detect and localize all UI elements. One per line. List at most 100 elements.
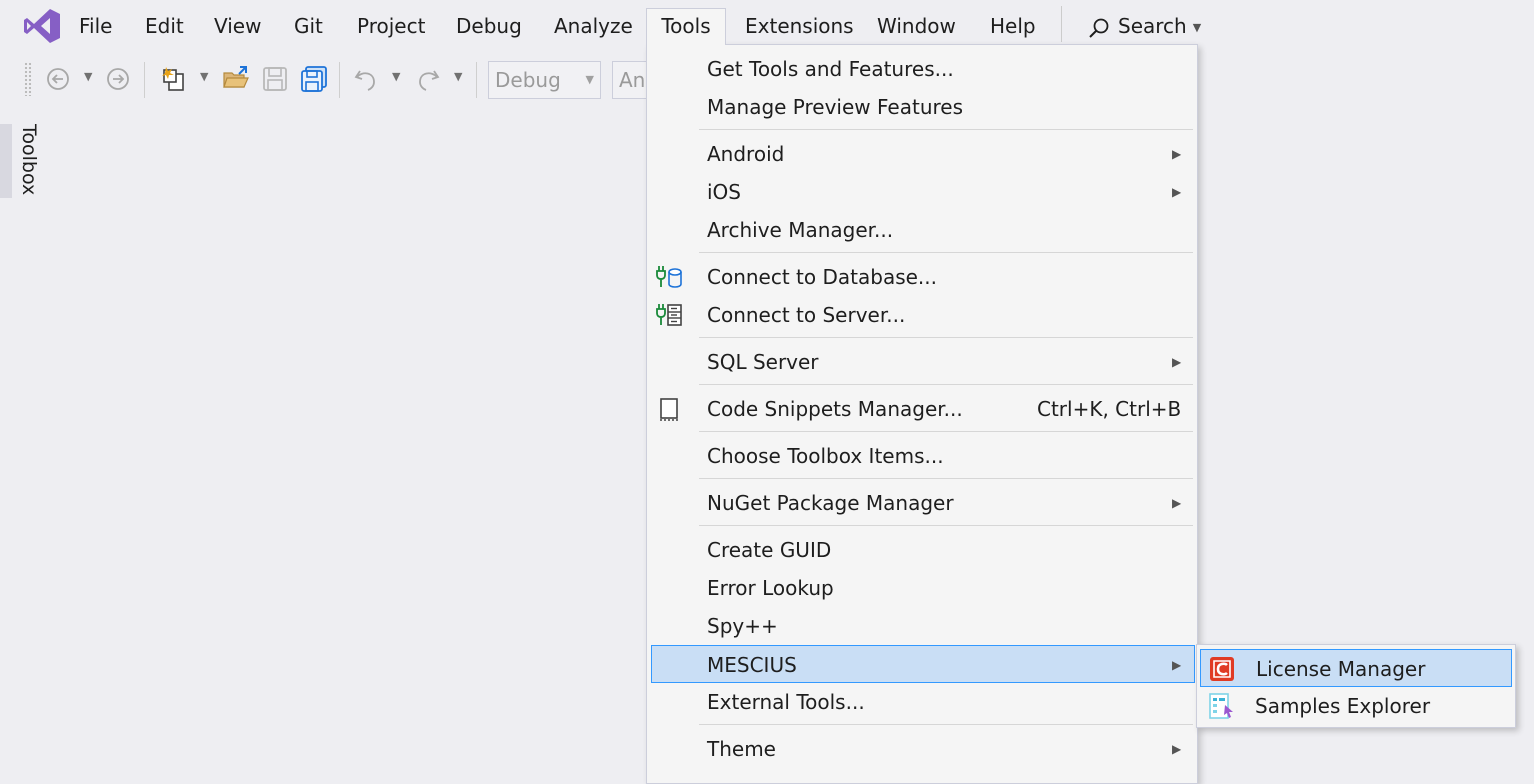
chevron-down-icon[interactable]: ▼ bbox=[200, 70, 208, 83]
menu-item-sql-server[interactable]: SQL Server ▶ bbox=[647, 343, 1197, 381]
menu-item-label: Spy++ bbox=[707, 614, 778, 638]
menu-item-label: Archive Manager... bbox=[707, 218, 894, 242]
toolbar-separator bbox=[144, 62, 145, 98]
menu-item-label: External Tools... bbox=[707, 690, 865, 714]
menu-separator bbox=[699, 478, 1193, 479]
menu-item-get-tools[interactable]: Get Tools and Features... bbox=[647, 50, 1197, 88]
menu-tools[interactable]: Tools bbox=[646, 8, 726, 45]
menu-item-android[interactable]: Android ▶ bbox=[647, 135, 1197, 173]
chevron-down-icon[interactable]: ▼ bbox=[84, 70, 92, 83]
menu-separator bbox=[699, 525, 1193, 526]
menu-item-license-manager[interactable]: License Manager bbox=[1200, 649, 1512, 687]
menu-item-label: Connect to Server... bbox=[707, 303, 906, 327]
submenu-arrow-icon: ▶ bbox=[1172, 185, 1182, 199]
menu-item-label: Error Lookup bbox=[707, 576, 834, 600]
solution-platform-value: An bbox=[619, 68, 646, 92]
menu-item-label: iOS bbox=[707, 180, 741, 204]
menu-item-label: MESCIUS bbox=[707, 653, 797, 677]
menu-item-connect-to-server[interactable]: Connect to Server... bbox=[647, 296, 1197, 334]
menu-item-spy-plus-plus[interactable]: Spy++ bbox=[647, 607, 1197, 645]
chevron-down-icon: ▼ bbox=[585, 73, 594, 86]
menu-item-mescius[interactable]: MESCIUS ▶ bbox=[651, 645, 1195, 683]
menu-project[interactable]: Project bbox=[357, 9, 425, 43]
menu-item-code-snippets-manager[interactable]: Code Snippets Manager... Ctrl+K, Ctrl+B bbox=[647, 390, 1197, 428]
menu-item-create-guid[interactable]: Create GUID bbox=[647, 531, 1197, 569]
menu-item-label: License Manager bbox=[1256, 657, 1426, 681]
chevron-down-icon[interactable]: ▼ bbox=[454, 70, 462, 83]
menu-separator bbox=[699, 384, 1193, 385]
menu-bar: File Edit View Git Project Debug Analyze… bbox=[0, 0, 1534, 50]
search-label: Search bbox=[1118, 14, 1187, 38]
menu-separator bbox=[699, 724, 1193, 725]
menu-item-connect-to-database[interactable]: Connect to Database... bbox=[647, 258, 1197, 296]
menu-item-nuget-package-manager[interactable]: NuGet Package Manager ▶ bbox=[647, 484, 1197, 522]
solution-configuration-combo[interactable]: Debug ▼ bbox=[488, 61, 601, 99]
solution-configuration-value: Debug bbox=[495, 68, 561, 92]
menu-separator bbox=[699, 431, 1193, 432]
menu-item-label: Android bbox=[707, 142, 785, 166]
menu-separator bbox=[699, 252, 1193, 253]
menu-item-label: SQL Server bbox=[707, 350, 819, 374]
toolbox-tab-label: Toolbox bbox=[18, 124, 40, 196]
menu-item-shortcut: Ctrl+K, Ctrl+B bbox=[1037, 397, 1182, 421]
connect-server-icon bbox=[656, 304, 682, 326]
menu-item-label: Connect to Database... bbox=[707, 265, 937, 289]
menu-item-choose-toolbox-items[interactable]: Choose Toolbox Items... bbox=[647, 437, 1197, 475]
menu-item-ios[interactable]: iOS ▶ bbox=[647, 173, 1197, 211]
menu-item-label: Create GUID bbox=[707, 538, 832, 562]
submenu-arrow-icon: ▶ bbox=[1172, 355, 1182, 369]
navigate-forward-icon[interactable] bbox=[104, 65, 132, 93]
menu-item-samples-explorer[interactable]: Samples Explorer bbox=[1197, 687, 1515, 725]
connect-database-icon bbox=[656, 266, 682, 288]
tools-menu-dropdown: Get Tools and Features... Manage Preview… bbox=[646, 44, 1198, 784]
submenu-arrow-icon: ▶ bbox=[1172, 742, 1182, 756]
code-snippets-icon bbox=[660, 398, 678, 421]
visual-studio-logo-icon[interactable] bbox=[22, 6, 62, 46]
search-icon bbox=[1089, 18, 1109, 38]
menu-edit[interactable]: Edit bbox=[145, 9, 184, 43]
toolbar-separator bbox=[476, 62, 477, 98]
submenu-arrow-icon: ▶ bbox=[1172, 496, 1182, 510]
menu-separator bbox=[1061, 6, 1062, 42]
menu-window[interactable]: Window bbox=[877, 9, 956, 43]
menu-extensions[interactable]: Extensions bbox=[745, 9, 854, 43]
toolbar-separator bbox=[339, 62, 340, 98]
chevron-down-icon[interactable]: ▼ bbox=[392, 70, 400, 83]
save-icon[interactable] bbox=[261, 65, 289, 93]
toolbox-tab-indicator bbox=[0, 124, 12, 198]
menu-item-manage-preview-features[interactable]: Manage Preview Features bbox=[647, 88, 1197, 126]
toolbar-grip-handle[interactable] bbox=[24, 62, 32, 96]
menu-item-archive-manager[interactable]: Archive Manager... bbox=[647, 211, 1197, 249]
undo-icon[interactable] bbox=[352, 65, 380, 93]
menu-item-label: Code Snippets Manager... bbox=[707, 397, 963, 421]
license-manager-icon bbox=[1210, 657, 1234, 681]
menu-item-label: Get Tools and Features... bbox=[707, 57, 954, 81]
menu-separator bbox=[699, 129, 1193, 130]
menu-git[interactable]: Git bbox=[294, 9, 323, 43]
open-folder-icon[interactable] bbox=[222, 65, 250, 93]
menu-item-label: NuGet Package Manager bbox=[707, 491, 954, 515]
menu-item-error-lookup[interactable]: Error Lookup bbox=[647, 569, 1197, 607]
menu-separator bbox=[699, 337, 1193, 338]
chevron-down-icon: ▼ bbox=[1192, 20, 1202, 34]
mescius-submenu: License Manager Samples Explorer bbox=[1196, 644, 1516, 728]
menu-item-theme[interactable]: Theme ▶ bbox=[647, 730, 1197, 768]
menu-debug[interactable]: Debug bbox=[456, 9, 522, 43]
samples-explorer-icon bbox=[1209, 693, 1233, 719]
submenu-arrow-icon: ▶ bbox=[1172, 147, 1182, 161]
submenu-arrow-icon: ▶ bbox=[1172, 658, 1182, 672]
menu-item-external-tools[interactable]: External Tools... bbox=[647, 683, 1197, 721]
redo-icon[interactable] bbox=[414, 65, 442, 93]
menu-item-label: Theme bbox=[707, 737, 776, 761]
standard-toolbar: ▼ ▼ ▼ ▼ Debug ▼ An bbox=[0, 56, 660, 104]
search-box[interactable]: Search ▼ bbox=[1088, 9, 1201, 43]
menu-item-label: Manage Preview Features bbox=[707, 95, 964, 119]
new-project-icon[interactable] bbox=[160, 65, 188, 93]
menu-file[interactable]: File bbox=[79, 9, 112, 43]
menu-help[interactable]: Help bbox=[990, 9, 1036, 43]
toolbox-tab[interactable]: Toolbox bbox=[0, 124, 40, 198]
save-all-icon[interactable] bbox=[300, 65, 328, 93]
menu-view[interactable]: View bbox=[214, 9, 261, 43]
menu-analyze[interactable]: Analyze bbox=[554, 9, 633, 43]
navigate-back-icon[interactable] bbox=[44, 65, 72, 93]
